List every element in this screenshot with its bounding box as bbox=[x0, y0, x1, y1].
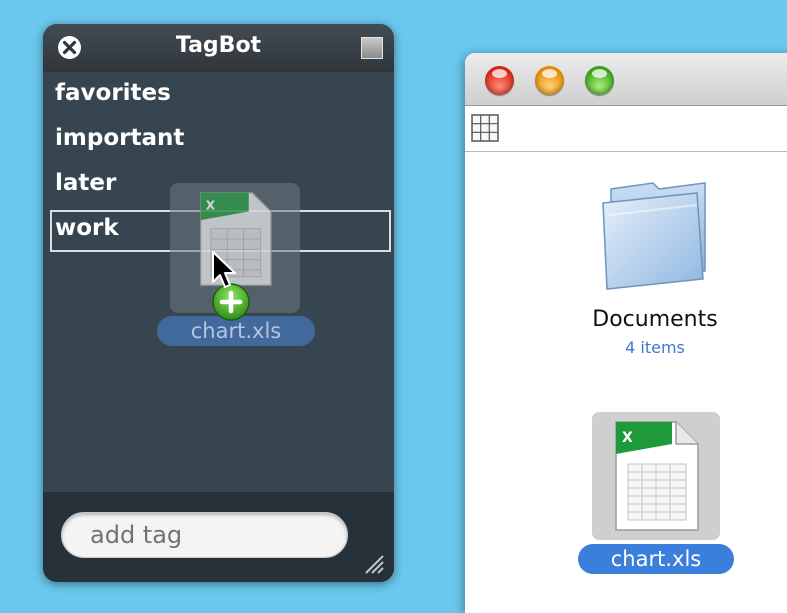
documents-folder-label: Documents bbox=[592, 307, 718, 332]
finder-toolbar bbox=[465, 106, 787, 152]
excel-file-icon: X bbox=[615, 421, 699, 531]
zoom-window-button[interactable] bbox=[585, 66, 614, 95]
finder-window: Documents 4 items X chart.xls bbox=[465, 53, 787, 613]
tag-item-work[interactable]: work bbox=[55, 215, 119, 241]
tagbot-title: TagBot bbox=[175, 33, 262, 58]
minimize-window-button[interactable] bbox=[535, 66, 564, 95]
resize-grip-icon[interactable] bbox=[362, 552, 384, 574]
icon-view-grid-icon[interactable] bbox=[471, 114, 499, 142]
svg-text:X: X bbox=[206, 199, 216, 213]
close-window-button[interactable] bbox=[485, 66, 514, 95]
tagbot-footer bbox=[43, 492, 394, 582]
tag-item-favorites[interactable]: favorites bbox=[55, 80, 171, 106]
finder-titlebar bbox=[465, 53, 787, 106]
mouse-cursor-icon bbox=[212, 251, 236, 288]
tag-item-important[interactable]: important bbox=[55, 125, 184, 151]
documents-folder-icon[interactable] bbox=[593, 175, 713, 295]
svg-text:X: X bbox=[622, 430, 633, 446]
tag-item-later[interactable]: later bbox=[55, 170, 116, 196]
tagbot-zoom-button[interactable] bbox=[361, 37, 383, 59]
documents-item-count: 4 items bbox=[625, 338, 685, 357]
chart-file-selection[interactable]: X bbox=[592, 412, 720, 540]
add-tag-input[interactable] bbox=[61, 512, 348, 558]
tagbot-titlebar: TagBot bbox=[43, 24, 394, 72]
chart-file-label[interactable]: chart.xls bbox=[578, 544, 734, 574]
